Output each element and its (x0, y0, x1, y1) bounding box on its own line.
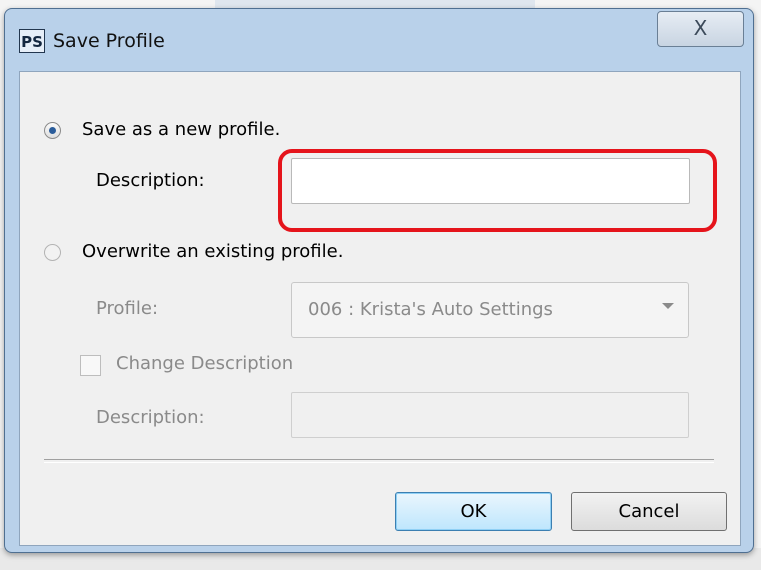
highlight-annotation (278, 149, 717, 232)
close-icon: X (693, 16, 708, 40)
overwrite-profile-label[interactable]: Overwrite an existing profile. (82, 241, 343, 262)
cancel-button[interactable]: Cancel (571, 492, 727, 531)
profile-select-value: 006 : Krista's Auto Settings (308, 299, 553, 320)
description2-label: Description: (96, 407, 205, 428)
description-label: Description: (96, 170, 205, 191)
new-profile-radio[interactable] (44, 122, 61, 139)
chevron-down-icon (662, 303, 674, 309)
dialog-content: Save as a new profile. Description: Over… (19, 71, 741, 546)
save-profile-dialog: PS Save Profile X Save as a new profile.… (4, 8, 754, 553)
profile-label: Profile: (96, 298, 159, 319)
change-description-checkbox[interactable] (80, 355, 101, 376)
separator (44, 459, 714, 463)
new-profile-label[interactable]: Save as a new profile. (82, 119, 280, 140)
title-bar[interactable]: PS Save Profile X (5, 9, 753, 71)
overwrite-profile-radio[interactable] (44, 244, 61, 261)
ok-button[interactable]: OK (395, 492, 552, 531)
dialog-title: Save Profile (53, 30, 165, 52)
description2-input[interactable] (291, 392, 689, 438)
close-button[interactable]: X (657, 11, 744, 47)
app-icon: PS (19, 29, 45, 53)
profile-select[interactable]: 006 : Krista's Auto Settings (291, 282, 689, 338)
change-description-label[interactable]: Change Description (116, 353, 293, 374)
